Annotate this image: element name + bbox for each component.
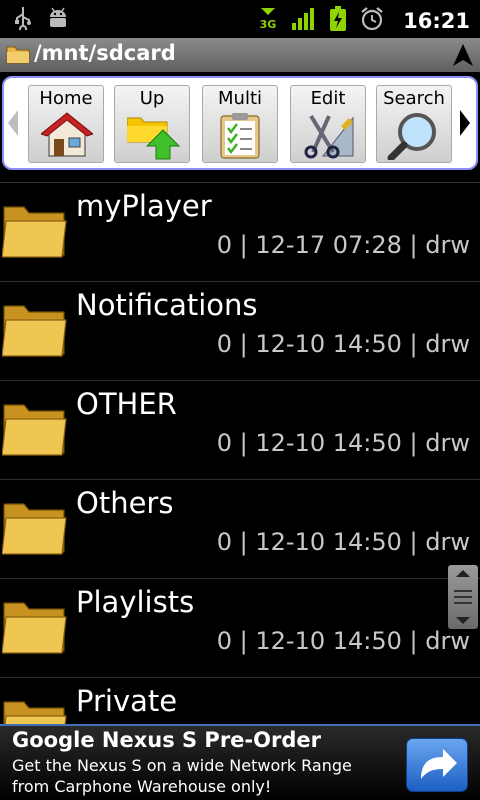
ad-body: Get the Nexus S on a wide Network Range … xyxy=(12,756,352,796)
forward-arrow-icon xyxy=(421,749,457,779)
search-button[interactable]: Search xyxy=(376,85,452,163)
current-path: /mnt/sdcard xyxy=(34,41,176,65)
edit-button[interactable]: Edit xyxy=(290,85,366,163)
file-name: Private xyxy=(76,684,178,718)
file-name: Playlists xyxy=(76,585,195,619)
folder-icon xyxy=(6,44,30,68)
list-item[interactable]: OTHER 0 | 12-10 14:50 | drw xyxy=(0,381,480,480)
ad-title: Google Nexus S Pre-Order xyxy=(12,728,321,752)
ad-go-button[interactable] xyxy=(406,738,468,792)
folder-icon xyxy=(1,298,68,362)
file-meta: 0 | 12-10 14:50 | drw xyxy=(216,429,470,457)
status-bar: 3G 16:21 xyxy=(0,0,480,38)
clock-time: 16:21 xyxy=(403,9,470,33)
signal-bars-icon xyxy=(291,7,317,35)
file-meta: 0 | 12-17 07:28 | drw xyxy=(216,231,470,259)
file-name: Others xyxy=(76,486,174,520)
android-debug-icon xyxy=(46,6,70,34)
multi-button-label: Multi xyxy=(218,88,262,109)
folder-icon xyxy=(2,694,68,725)
edit-tools-icon xyxy=(303,112,355,164)
list-item[interactable]: Notifications 0 | 12-10 14:50 | drw xyxy=(0,282,480,381)
list-item[interactable]: Private xyxy=(0,678,480,725)
file-list: myPlayer 0 | 12-17 07:28 | drw Notificat… xyxy=(0,182,480,725)
list-item[interactable]: Others 0 | 12-10 14:50 | drw xyxy=(0,480,480,579)
scroll-right-arrow-icon[interactable] xyxy=(458,108,472,142)
multi-select-button[interactable]: Multi xyxy=(202,85,278,163)
alarm-icon xyxy=(359,6,385,36)
list-item[interactable]: myPlayer 0 | 12-17 07:28 | drw xyxy=(0,183,480,282)
battery-charging-icon xyxy=(329,6,347,36)
home-icon xyxy=(39,112,95,162)
file-name: OTHER xyxy=(76,387,177,421)
file-meta: 0 | 12-10 14:50 | drw xyxy=(216,528,470,556)
list-item[interactable]: Playlists 0 | 12-10 14:50 | drw xyxy=(0,579,480,678)
file-name: Notifications xyxy=(76,288,258,322)
path-bar: /mnt/sdcard xyxy=(0,38,480,72)
up-button[interactable]: Up xyxy=(114,85,190,163)
fast-scroll-handle[interactable] xyxy=(448,565,478,629)
folder-up-icon xyxy=(126,112,181,164)
toolbar: Home Up Multi Edit Search xyxy=(2,76,478,170)
navigation-arrow-icon[interactable] xyxy=(452,43,474,71)
magnifier-icon xyxy=(387,112,441,164)
scroll-left-arrow-icon[interactable] xyxy=(6,108,20,142)
up-button-label: Up xyxy=(139,88,165,109)
ad-banner[interactable]: Google Nexus S Pre-Order Get the Nexus S… xyxy=(0,724,480,800)
file-meta: 0 | 12-10 14:50 | drw xyxy=(216,627,470,655)
home-button[interactable]: Home xyxy=(28,85,104,163)
checklist-icon xyxy=(217,112,265,164)
folder-icon xyxy=(1,496,68,560)
svg-text:3G: 3G xyxy=(260,18,277,31)
scroll-handle-icon xyxy=(454,570,472,624)
folder-icon xyxy=(1,397,68,461)
folder-icon xyxy=(1,595,68,659)
search-button-label: Search xyxy=(383,88,445,109)
file-name: myPlayer xyxy=(76,189,212,223)
edit-button-label: Edit xyxy=(310,88,346,109)
home-button-label: Home xyxy=(39,88,93,109)
file-meta: 0 | 12-10 14:50 | drw xyxy=(216,330,470,358)
usb-icon xyxy=(14,6,32,34)
folder-icon xyxy=(1,199,68,263)
signal-3g-icon: 3G xyxy=(257,6,279,36)
